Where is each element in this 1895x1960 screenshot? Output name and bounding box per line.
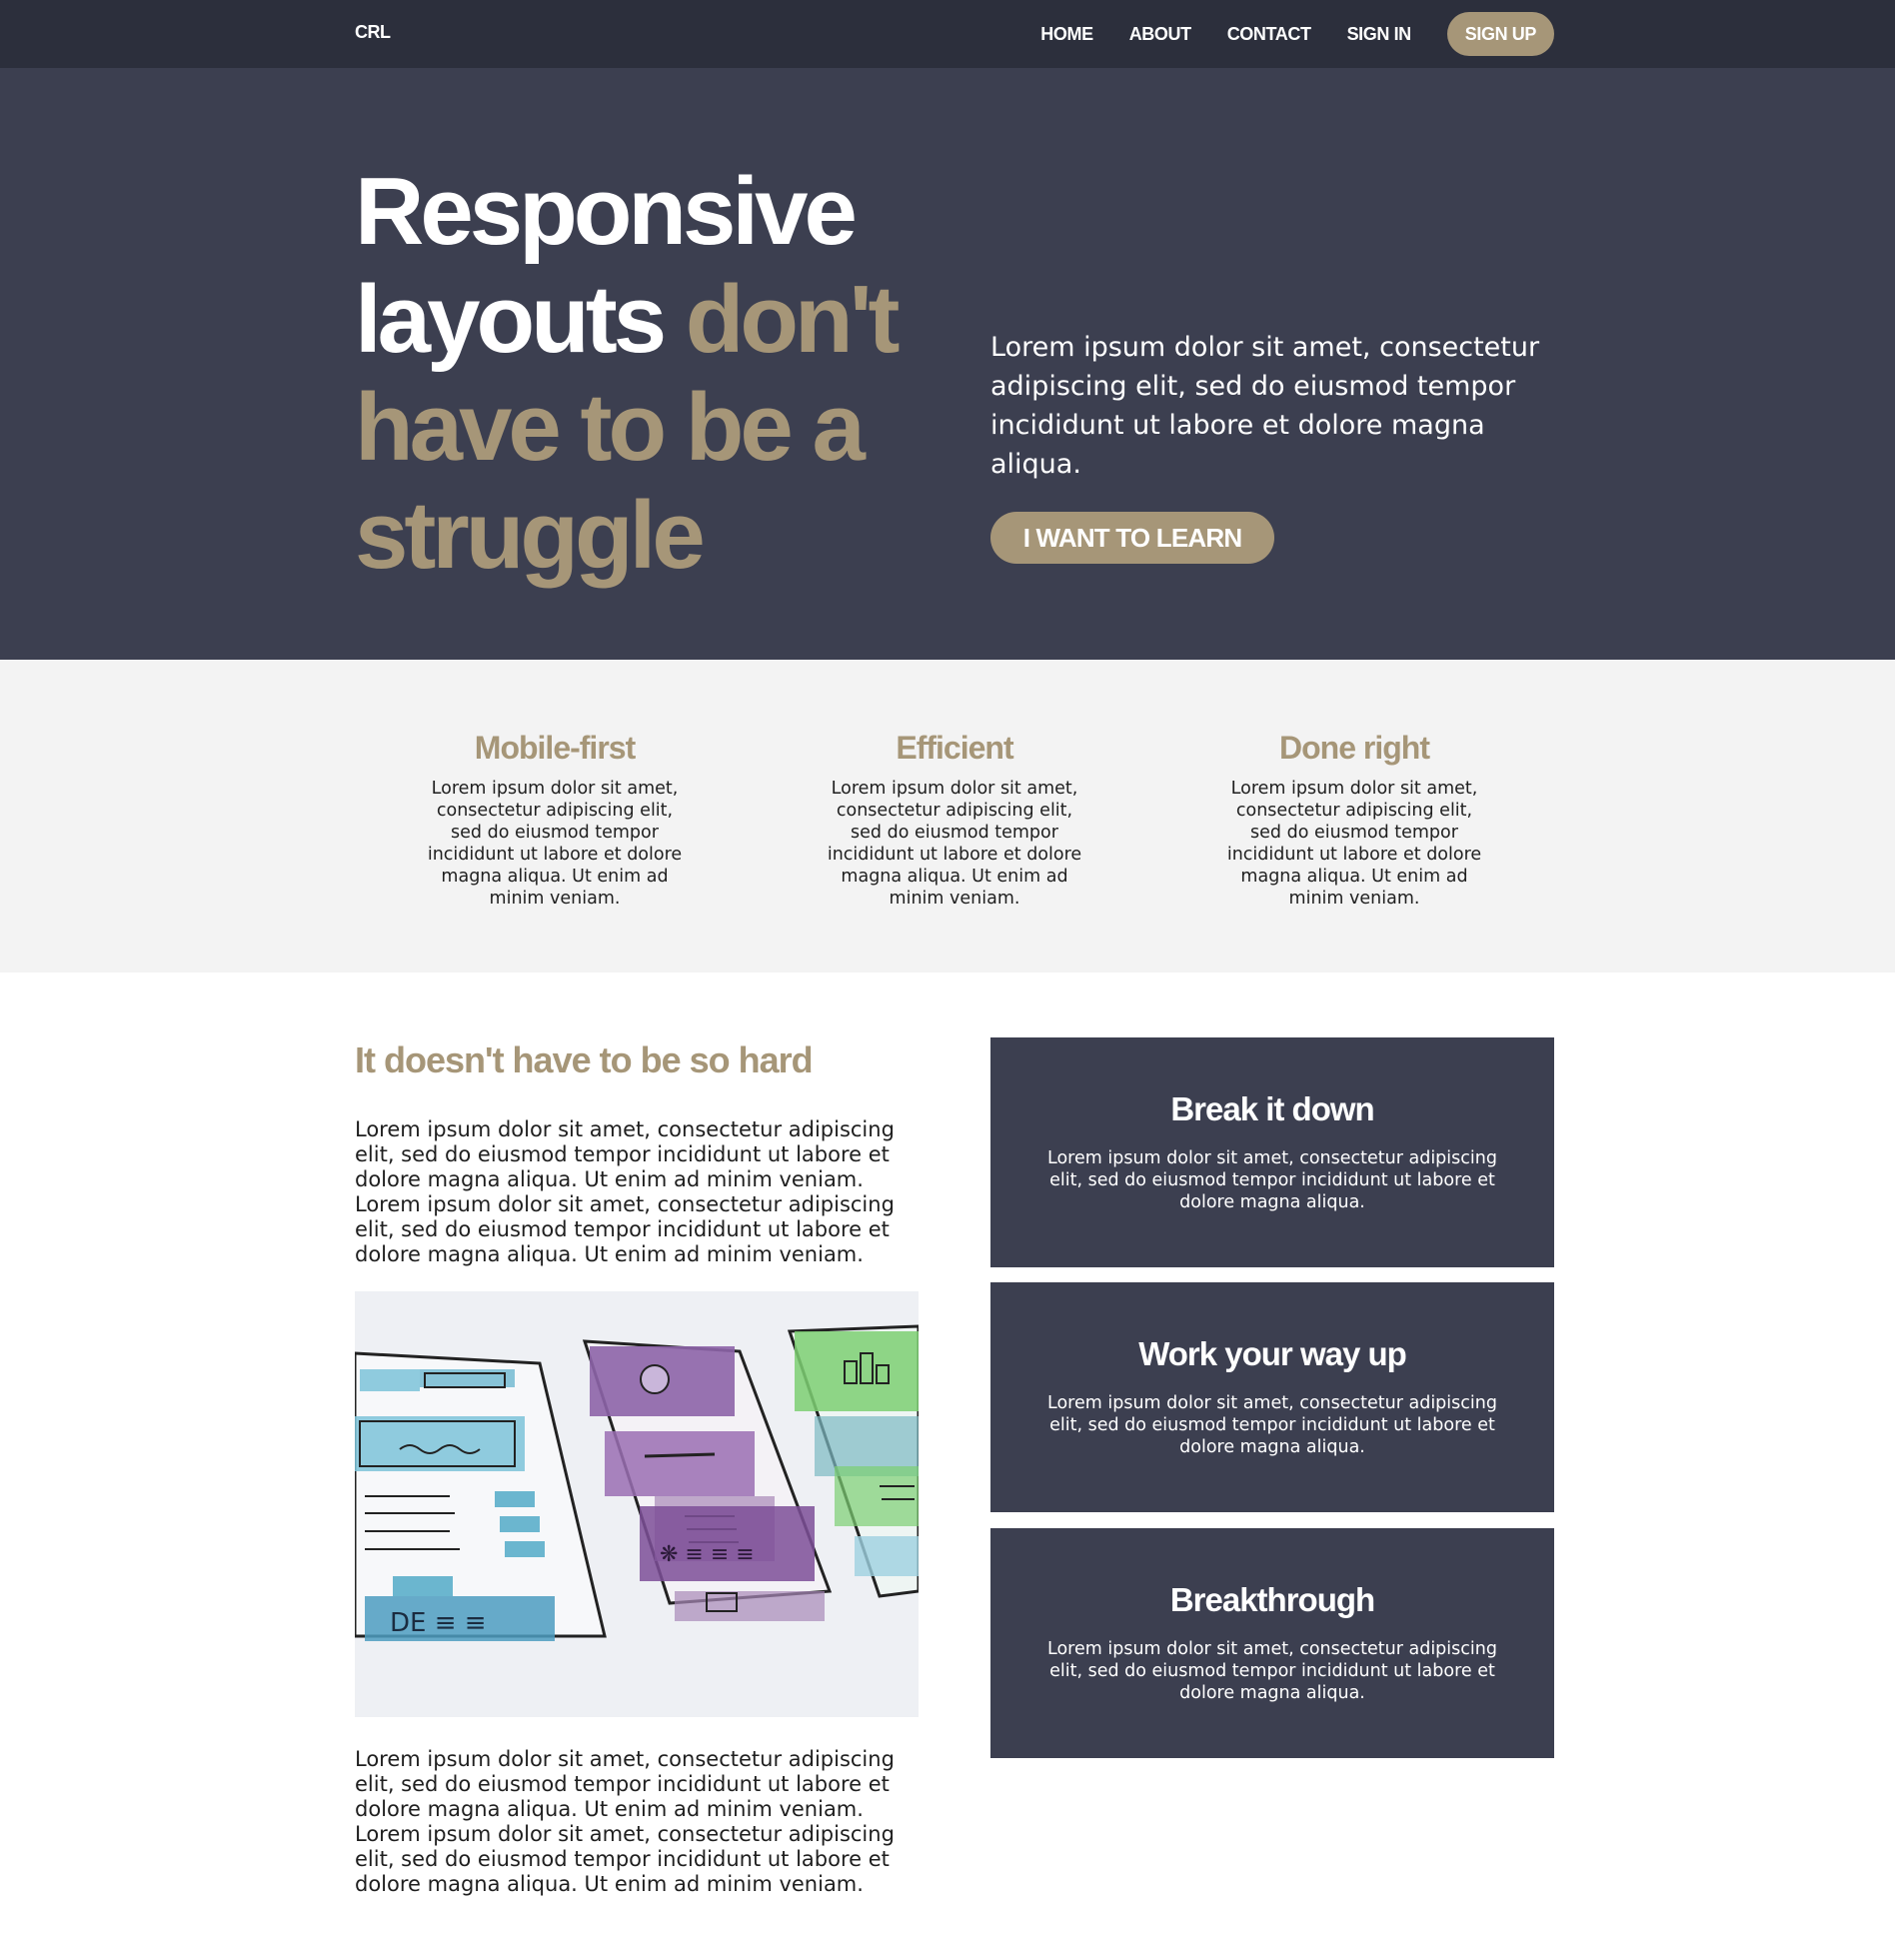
hero-text: Lorem ipsum dolor sit amet, consectetur … [990, 332, 1540, 480]
wireframe-sketch-image: DE ≡ ≡ ❋ ≡ ≡ ≡ [355, 1291, 919, 1717]
feature-mobile-first: Mobile-first Lorem ipsum dolor sit amet,… [420, 728, 690, 910]
feature-text: Lorem ipsum dolor sit amet, consectetur … [427, 779, 683, 909]
top-navbar: CRL HOME ABOUT CONTACT SIGN IN SIGN UP [0, 0, 1895, 68]
card-text: Lorem ipsum dolor sit amet, consectetur … [1047, 1393, 1497, 1457]
feature-text: Lorem ipsum dolor sit amet, consectetur … [1226, 779, 1482, 909]
learn-button[interactable]: I WANT TO LEARN [990, 512, 1274, 564]
card-text: Lorem ipsum dolor sit amet, consectetur … [1047, 1639, 1497, 1703]
nav-links: HOME ABOUT CONTACT SIGN IN SIGN UP [1040, 12, 1554, 56]
nav-link-sign-in[interactable]: SIGN IN [1347, 24, 1412, 45]
navbar-inner: CRL HOME ABOUT CONTACT SIGN IN SIGN UP [355, 0, 1554, 68]
nav-link-about[interactable]: ABOUT [1129, 24, 1191, 45]
nav-link-home[interactable]: HOME [1040, 24, 1093, 45]
wireframe-sketch-illustration: DE ≡ ≡ ❋ ≡ ≡ ≡ [355, 1291, 919, 1717]
sign-up-button[interactable]: SIGN UP [1446, 12, 1554, 56]
feature-title: Done right [1279, 730, 1430, 766]
features-section: Mobile-first Lorem ipsum dolor sit amet,… [0, 660, 1895, 973]
hero-section: Responsive layouts don't have to be a st… [0, 68, 1895, 660]
svg-text:DE ≡ ≡: DE ≡ ≡ [390, 1608, 487, 1638]
card-work-your-way-up: Work your way up Lorem ipsum dolor sit a… [990, 1282, 1554, 1512]
content-paragraph-2: Lorem ipsum dolor sit amet, consectetur … [355, 1747, 895, 1896]
card-title: Break it down [1170, 1090, 1374, 1127]
feature-text: Lorem ipsum dolor sit amet, consectetur … [827, 779, 1082, 909]
card-breakthrough: Breakthrough Lorem ipsum dolor sit amet,… [990, 1528, 1554, 1758]
card-title: Work your way up [1138, 1335, 1407, 1372]
site-logo[interactable]: CRL [355, 22, 391, 43]
svg-text:❋ ≡ ≡ ≡: ❋ ≡ ≡ ≡ [660, 1542, 755, 1567]
card-text: Lorem ipsum dolor sit amet, consectetur … [1047, 1148, 1497, 1212]
nav-link-contact[interactable]: CONTACT [1227, 24, 1311, 45]
feature-done-right: Done right Lorem ipsum dolor sit amet, c… [1219, 728, 1489, 910]
feature-title: Efficient [896, 730, 1013, 766]
feature-efficient: Efficient Lorem ipsum dolor sit amet, co… [820, 728, 1089, 910]
card-title: Breakthrough [1169, 1581, 1375, 1618]
card-break-it-down: Break it down Lorem ipsum dolor sit amet… [990, 1037, 1554, 1267]
content-paragraph-1: Lorem ipsum dolor sit amet, consectetur … [355, 1117, 895, 1266]
feature-title: Mobile-first [474, 730, 636, 766]
content-title: It doesn't have to be so hard [355, 1039, 814, 1080]
hero-title: Responsive layouts don't have to be a st… [355, 158, 915, 590]
